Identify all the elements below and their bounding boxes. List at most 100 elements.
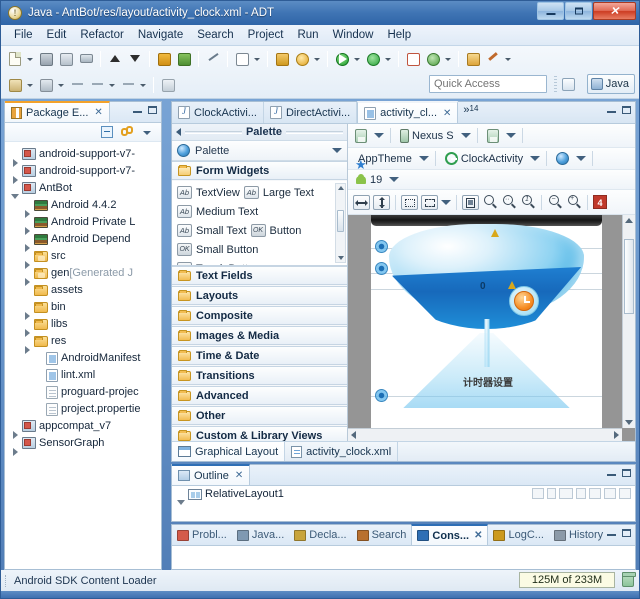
canvas-horizontal-scrollbar[interactable] bbox=[348, 428, 622, 441]
tree-item[interactable]: android-support-v7- bbox=[5, 162, 161, 179]
palette-category-composite[interactable]: Composite bbox=[172, 306, 347, 325]
scroll-down-icon[interactable] bbox=[625, 420, 633, 425]
forward-dropdown-arrow[interactable] bbox=[138, 76, 147, 94]
console-tab-probl[interactable]: Probl... bbox=[172, 525, 232, 545]
new-button[interactable] bbox=[6, 50, 24, 68]
editor-tab-activity-clock-xml[interactable]: activity_cl... ✕ bbox=[357, 101, 458, 123]
palette-item-textview[interactable]: Ab TextView bbox=[177, 186, 240, 199]
close-icon[interactable]: ✕ bbox=[474, 530, 482, 541]
scroll-thumb[interactable] bbox=[337, 210, 344, 232]
palette-category-transitions[interactable]: Transitions bbox=[172, 366, 347, 385]
device-preview[interactable]: 0 计时器设置 bbox=[371, 215, 602, 441]
last-edit-location-button[interactable] bbox=[68, 76, 86, 94]
console-tab-java[interactable]: Java... bbox=[232, 525, 289, 545]
pin-editor-button[interactable] bbox=[159, 76, 177, 94]
open-type-button[interactable] bbox=[464, 50, 482, 68]
memory-indicator[interactable]: 125M of 233M bbox=[519, 572, 615, 588]
chevron-down-icon[interactable] bbox=[461, 133, 471, 138]
api-level-selector[interactable]: 19 bbox=[352, 173, 385, 187]
sash-left[interactable] bbox=[164, 101, 169, 570]
print-button[interactable] bbox=[77, 50, 95, 68]
activity-selector[interactable]: ClockActivity bbox=[442, 151, 526, 166]
palette-item-medium-text[interactable]: Ab Medium Text bbox=[177, 205, 258, 218]
toolbar-grip[interactable] bbox=[554, 76, 557, 92]
refresh-icon[interactable] bbox=[462, 195, 479, 210]
palette-item-large-text[interactable]: Ab Large Text bbox=[244, 186, 314, 199]
menu-refactor[interactable]: Refactor bbox=[73, 27, 130, 43]
previous-annotation-arrow[interactable] bbox=[25, 76, 34, 94]
palette-category-images-media[interactable]: Images & Media bbox=[172, 326, 347, 345]
fit-height-icon[interactable] bbox=[373, 195, 390, 210]
menu-navigate[interactable]: Navigate bbox=[131, 27, 190, 43]
scroll-left-icon[interactable] bbox=[351, 431, 356, 439]
selection-handle[interactable] bbox=[375, 262, 388, 275]
palette-category-advanced[interactable]: Advanced bbox=[172, 386, 347, 405]
tree-item[interactable]: android-support-v7- bbox=[5, 145, 161, 162]
palette-scrollbar[interactable] bbox=[335, 183, 346, 263]
timer-settings-label[interactable]: 计时器设置 bbox=[463, 374, 513, 389]
maximize-icon[interactable] bbox=[622, 529, 631, 537]
close-icon[interactable]: ✕ bbox=[443, 108, 451, 119]
close-icon[interactable]: ✕ bbox=[235, 470, 243, 481]
next-annotation-arrow[interactable] bbox=[56, 76, 65, 94]
palette-item-togglebutton[interactable]: ToggleButton bbox=[177, 262, 260, 266]
tree-item[interactable]: lint.xml bbox=[5, 366, 161, 383]
theme-selector[interactable]: ★ AppTheme bbox=[352, 152, 415, 166]
zoom-minus-icon[interactable]: − bbox=[547, 194, 563, 210]
locale-selector[interactable] bbox=[553, 151, 572, 166]
chevron-down-icon[interactable] bbox=[332, 148, 342, 153]
chevron-down-icon[interactable] bbox=[374, 133, 384, 138]
back-dropdown-arrow[interactable] bbox=[107, 76, 116, 94]
menu-project[interactable]: Project bbox=[241, 27, 291, 43]
back-button[interactable] bbox=[88, 76, 106, 94]
next-annotation-button[interactable] bbox=[37, 76, 55, 94]
menu-search[interactable]: Search bbox=[190, 27, 240, 43]
new-dropdown-arrow[interactable] bbox=[25, 50, 34, 68]
debug-button[interactable] bbox=[273, 50, 291, 68]
palette-category-text-fields[interactable]: Text Fields bbox=[172, 266, 347, 285]
link-with-editor-icon[interactable] bbox=[120, 125, 135, 140]
search-tool-arrow[interactable] bbox=[503, 50, 512, 68]
palette-category-custom-library-views[interactable]: Custom & Library Views bbox=[172, 426, 347, 441]
tree-item[interactable]: AntBot bbox=[5, 179, 161, 196]
save-all-button[interactable] bbox=[57, 50, 75, 68]
warning-marker-icon[interactable] bbox=[491, 229, 500, 237]
menu-file[interactable]: File bbox=[7, 27, 40, 43]
tab-package-explorer[interactable]: Package E... ✕ bbox=[5, 101, 110, 122]
warning-marker-icon[interactable] bbox=[508, 281, 517, 289]
trash-gc-icon[interactable] bbox=[622, 573, 634, 587]
chevron-down-icon[interactable] bbox=[389, 177, 399, 182]
minimize-button[interactable] bbox=[537, 2, 564, 20]
quick-access-input[interactable] bbox=[429, 75, 547, 93]
tree-item[interactable]: bin bbox=[5, 298, 161, 315]
collapse-all-icon[interactable] bbox=[100, 125, 115, 140]
new-class-button[interactable] bbox=[424, 50, 442, 68]
menu-run[interactable]: Run bbox=[290, 27, 325, 43]
tree-item[interactable]: SensorGraph bbox=[5, 434, 161, 451]
external-tools-button[interactable] bbox=[293, 50, 311, 68]
minimize-icon[interactable] bbox=[607, 534, 616, 536]
palette-category-layouts[interactable]: Layouts bbox=[172, 286, 347, 305]
tree-item[interactable]: proguard-projec bbox=[5, 383, 161, 400]
console-tab-search[interactable]: Search bbox=[352, 525, 412, 545]
palette-item-small-button[interactable]: OK Small Button bbox=[177, 243, 258, 256]
minimize-icon[interactable] bbox=[607, 474, 616, 476]
palette-category-other[interactable]: Other bbox=[172, 406, 347, 425]
console-tab-cons[interactable]: Cons...✕ bbox=[411, 524, 488, 545]
avd-manager-button[interactable] bbox=[175, 50, 193, 68]
collapse-left-icon[interactable] bbox=[176, 128, 181, 136]
alarm-clock-icon[interactable] bbox=[509, 286, 539, 316]
search-tool-button[interactable] bbox=[484, 50, 502, 68]
android-sdk-manager-button[interactable] bbox=[155, 50, 173, 68]
zoom-out-icon[interactable] bbox=[482, 194, 498, 210]
scroll-up-icon[interactable] bbox=[625, 218, 633, 223]
chevron-down-icon[interactable] bbox=[530, 156, 540, 161]
fit-width-icon[interactable] bbox=[353, 195, 370, 210]
zoom-plus-icon[interactable]: + bbox=[566, 194, 582, 210]
previous-annotation-button[interactable] bbox=[6, 76, 24, 94]
canvas-viewport[interactable]: 0 计时器设置 bbox=[348, 215, 635, 441]
save-button[interactable] bbox=[37, 50, 55, 68]
palette-item-small-text[interactable]: Ab Small Text bbox=[177, 224, 247, 237]
scroll-right-icon[interactable] bbox=[614, 431, 619, 439]
timer-value-text[interactable]: 0 bbox=[480, 281, 486, 292]
